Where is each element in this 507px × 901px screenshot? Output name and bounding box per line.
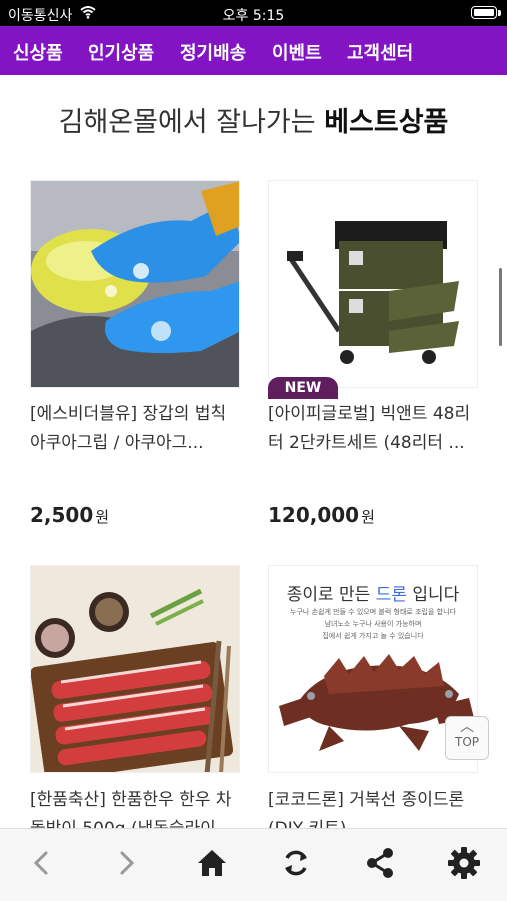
- scroll-top-button[interactable]: ︿ TOP: [445, 716, 489, 760]
- product-image-gloves[interactable]: [30, 180, 240, 388]
- bottom-toolbar: [0, 828, 507, 901]
- refresh-button[interactable]: [276, 843, 316, 883]
- gloves-photo: [31, 181, 239, 387]
- share-button[interactable]: [360, 843, 400, 883]
- price-value: 120,000: [268, 503, 360, 527]
- product-image-cart[interactable]: [268, 180, 478, 388]
- settings-icon: [448, 847, 480, 879]
- refresh-icon: [285, 850, 307, 876]
- category-nav: 신상품 인기상품 정기배송 이벤트 고객센터: [0, 26, 507, 75]
- product-name-gloves[interactable]: [에스비더블유] 장갑의 법칙 아쿠아그립 / 아쿠아그...: [30, 400, 240, 458]
- product-name-cart[interactable]: [아이피글로벌] 빅앤트 48리터 2단카트세트 (48리터 ...: [268, 400, 478, 458]
- share-icon: [367, 848, 393, 878]
- chevron-up-icon: ︿: [460, 719, 474, 735]
- product-image-beef[interactable]: [30, 565, 240, 773]
- nav-item-popular[interactable]: 인기상품: [88, 39, 154, 65]
- price-unit: 원: [361, 508, 375, 526]
- price-value: 2,500: [30, 503, 94, 527]
- nav-item-event[interactable]: 이벤트: [272, 39, 322, 65]
- scroll-indicator[interactable]: [499, 268, 502, 346]
- headline-bold: 베스트상품: [324, 107, 449, 138]
- product-price-cart: 120,000 원: [268, 503, 375, 527]
- home-icon: [198, 850, 226, 876]
- headline-prefix: 김해온몰에서 잘나가는: [58, 107, 325, 138]
- product-name-beef[interactable]: [한품축산] 한품한우 한우 차돌박이 500g (냉동슬라이: [30, 786, 240, 828]
- price-unit: 원: [95, 508, 110, 526]
- forward-button[interactable]: [106, 843, 146, 883]
- cart-photo: [269, 181, 477, 387]
- nav-item-customer-center[interactable]: 고객센터: [347, 39, 413, 65]
- battery-tip: [498, 10, 501, 16]
- settings-button[interactable]: [444, 843, 484, 883]
- beef-photo: [31, 566, 239, 772]
- status-time: 오후 5:15: [222, 8, 285, 24]
- product-price-gloves: 2,500 원: [30, 503, 109, 527]
- battery-icon: [471, 6, 497, 19]
- new-badge: NEW: [268, 377, 338, 399]
- status-bar: 이동통신사 오후 5:15: [0, 0, 507, 26]
- back-icon: [33, 851, 48, 875]
- nav-item-new[interactable]: 신상품: [13, 39, 63, 65]
- top-label: TOP: [454, 735, 479, 749]
- home-button[interactable]: [192, 843, 232, 883]
- back-button[interactable]: [22, 843, 62, 883]
- section-headline: 김해온몰에서 잘나가는 베스트상품: [0, 100, 507, 139]
- forward-icon: [120, 851, 135, 875]
- nav-item-subscription[interactable]: 정기배송: [180, 39, 246, 65]
- product-name-drone[interactable]: [코코드론] 거북선 종이드론 (DIY 키트): [268, 786, 478, 828]
